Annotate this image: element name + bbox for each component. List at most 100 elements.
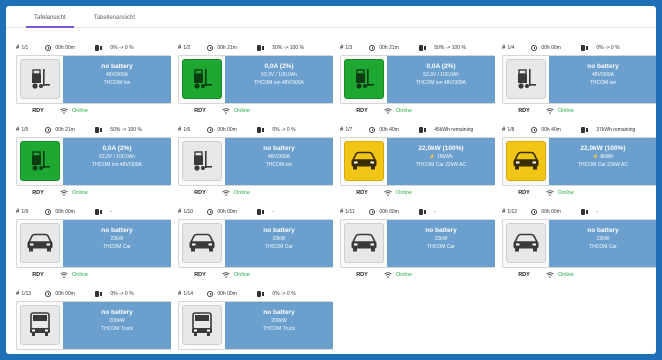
info-panel: 0,0A (2%) 53,3V / 100,0Ah THCOM ion 48V/… xyxy=(63,138,171,185)
status-label: RDY xyxy=(178,354,222,355)
station-card-1-2[interactable]: # 1/2 00h 21m 50% -> 100 % 0,0A (2%) 53,… xyxy=(178,42,333,116)
station-card-1-7[interactable]: # 1/7 00h 40m 45kWh remaining 22,0kW (10… xyxy=(340,124,495,198)
card-header: # 1/1 00h 00m 0% -> 0 % xyxy=(16,42,171,54)
info-secondary: ⚡ 8kWh xyxy=(592,154,614,160)
station-id: 1/12 xyxy=(507,209,518,215)
tab-tafelansicht[interactable]: Tafelansicht xyxy=(20,15,80,28)
tab-bar: Tafelansicht Tabellenansicht xyxy=(6,6,656,28)
online-status: Online xyxy=(72,271,88,278)
station-card-1-9[interactable]: # 1/9 00h 00m - no battery 22kW THCOM Ca… xyxy=(16,206,171,280)
vehicle-thumbnail xyxy=(506,223,546,263)
station-id: 1/13 xyxy=(21,291,32,297)
station-id: 1/8 xyxy=(507,127,515,133)
card-footer: RDY Online xyxy=(178,269,333,280)
info-secondary: ⚡ 18kWh xyxy=(429,154,453,160)
status-label: RDY xyxy=(194,189,206,196)
wifi-icon xyxy=(546,271,554,278)
station-card-1-14[interactable]: # 1/14 00h 00m 0% -> 0 % no battery 200k… xyxy=(178,288,333,354)
wifi-icon xyxy=(546,107,554,114)
vehicle-thumbnail xyxy=(20,141,60,181)
card-header: # 1/13 00h 00m 0% -> 0 % xyxy=(16,288,171,300)
card-body: 0,0A (2%) 53,3V / 100,0Ah THCOM ion 48V/… xyxy=(178,55,333,104)
battery-plug-icon xyxy=(257,291,265,297)
charge-duration: 00h 00m xyxy=(55,209,75,215)
card-footer: RDY Online xyxy=(340,269,495,280)
station-card-1-4[interactable]: # 1/4 00h 00m 0% -> 0 % no battery 48V/3… xyxy=(502,42,656,116)
station-card-1-3[interactable]: # 1/3 00h 21m 50% -> 100 % 0,0A (2%) 53,… xyxy=(340,42,495,116)
station-id: 1/7 xyxy=(345,127,353,133)
wifi-icon xyxy=(384,107,392,114)
charge-duration: 00h 00m xyxy=(541,45,561,51)
vehicle-thumbnail xyxy=(344,223,384,263)
info-primary: no battery xyxy=(101,309,133,316)
clock-icon xyxy=(45,291,52,297)
info-secondary: 22kW xyxy=(434,236,448,242)
charge-duration: 00h 00m xyxy=(55,291,75,297)
card-footer: RDY Online xyxy=(340,105,495,116)
station-card-1-5[interactable]: # 1/5 00h 21m 50% -> 100 % 0,0A (2%) 53,… xyxy=(16,124,171,198)
wifi-icon xyxy=(222,107,230,114)
charge-duration: 00h 00m xyxy=(541,209,561,215)
soc-range: - xyxy=(272,209,275,215)
card-header: # 1/5 00h 21m 50% -> 100 % xyxy=(16,124,171,136)
card-header: # 1/12 00h 00m - xyxy=(502,206,656,218)
vehicle-thumbnail xyxy=(506,59,546,99)
battery-plug-icon xyxy=(581,127,589,133)
hash-icon: # xyxy=(178,45,182,51)
charge-duration: 00h 00m xyxy=(217,209,237,215)
forklift-icon xyxy=(189,148,215,174)
info-model: THCOM Car xyxy=(427,244,455,250)
forklift-icon xyxy=(27,66,53,92)
wifi-icon xyxy=(60,107,68,114)
status-label: RDY xyxy=(194,107,206,114)
clock-icon xyxy=(45,45,52,51)
online-status: Online xyxy=(234,189,250,196)
info-model: THCOM Car 22kW AC xyxy=(577,162,628,168)
card-body: no battery 22kW THCOM Car xyxy=(16,219,171,268)
info-panel: no battery 200kW THCOM Truck xyxy=(225,302,333,349)
battery-plug-icon xyxy=(257,127,265,133)
info-secondary: 48V/300A xyxy=(592,72,614,78)
card-body: 0,0A (2%) 53,3V / 100,0Ah THCOM ion 48V/… xyxy=(16,137,171,186)
info-secondary: 22kW xyxy=(110,236,124,242)
info-panel: 0,0A (2%) 53,3V / 100,0Ah THCOM ion 48V/… xyxy=(225,56,333,103)
tab-tabellenansicht[interactable]: Tabellenansicht xyxy=(80,15,149,27)
station-card-1-13[interactable]: # 1/13 00h 00m 0% -> 0 % no battery 200k… xyxy=(16,288,171,354)
info-secondary: 53,3V / 100,0Ah xyxy=(423,72,459,78)
card-header: # 1/7 00h 40m 45kWh remaining xyxy=(340,124,495,136)
soc-range: 0% -> 0 % xyxy=(596,45,620,51)
station-card-1-1[interactable]: # 1/1 00h 00m 0% -> 0 % no battery 48V/3… xyxy=(16,42,171,116)
soc-range: 50% -> 100 % xyxy=(272,45,304,51)
info-primary: no battery xyxy=(425,227,457,234)
info-model: THCOM Truck xyxy=(101,326,133,332)
wifi-icon xyxy=(60,271,68,278)
status-label: RDY xyxy=(32,107,44,114)
soc-range: 50% -> 100 % xyxy=(434,45,466,51)
online-status: Online xyxy=(72,189,88,196)
card-body: no battery 48V/300A THCOM ion xyxy=(502,55,656,104)
battery-plug-icon xyxy=(95,127,103,133)
battery-plug-icon xyxy=(95,291,103,297)
info-primary: 22,0kW (100%) xyxy=(418,145,464,152)
station-card-1-8[interactable]: # 1/8 00h 40m 37kWh remaining 22,0kW (10… xyxy=(502,124,656,198)
card-body: no battery 200kW THCOM Truck xyxy=(178,301,333,350)
vehicle-thumbnail xyxy=(20,223,60,263)
wifi-icon xyxy=(384,189,392,196)
card-footer: RDY Online xyxy=(178,105,333,116)
station-card-1-6[interactable]: # 1/6 00h 00m 0% -> 0 % no battery 48V/3… xyxy=(178,124,333,198)
card-header: # 1/10 00h 00m - xyxy=(178,206,333,218)
info-model: THCOM Car xyxy=(589,244,617,250)
info-panel: no battery 48V/300A THCOM ion xyxy=(549,56,656,103)
status-label: RDY xyxy=(356,271,368,278)
status-label: RDY xyxy=(518,189,530,196)
hash-icon: # xyxy=(340,127,344,133)
clock-icon xyxy=(531,209,538,215)
station-card-1-10[interactable]: # 1/10 00h 00m - no battery 22kW THCOM C… xyxy=(178,206,333,280)
station-id: 1/1 xyxy=(21,45,29,51)
station-card-1-11[interactable]: # 1/11 00h 00m - no battery 22kW THCOM C… xyxy=(340,206,495,280)
info-model: THCOM ion 48V/300A xyxy=(92,162,142,168)
online-status: Online xyxy=(72,354,88,355)
card-footer: RDY Online xyxy=(502,269,656,280)
station-card-1-12[interactable]: # 1/12 00h 00m - no battery 22kW THCOM C… xyxy=(502,206,656,280)
info-secondary: 48V/300A xyxy=(268,154,290,160)
